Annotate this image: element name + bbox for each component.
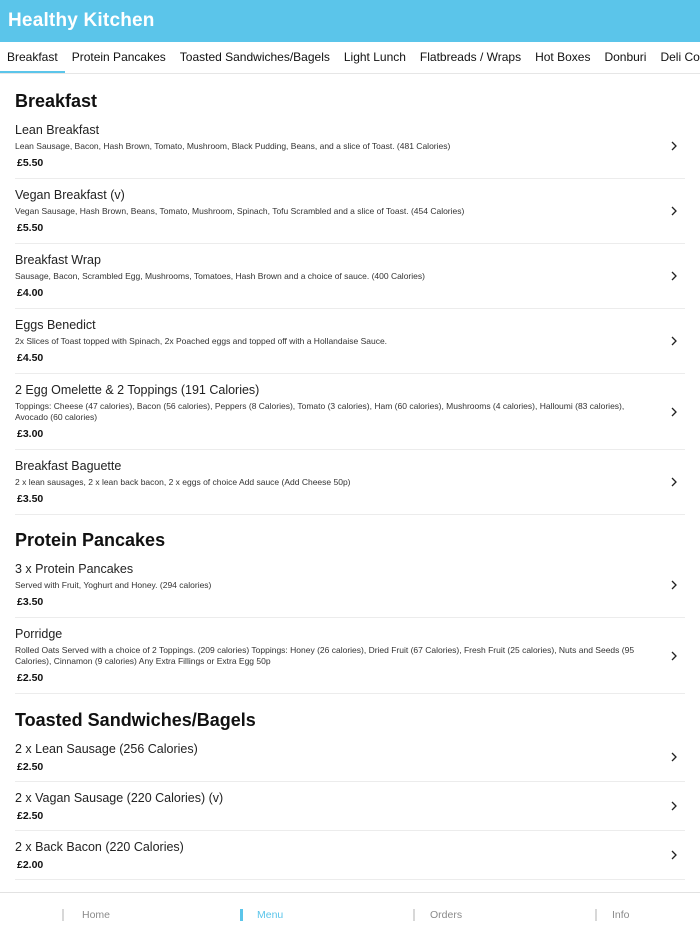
menu-item[interactable]: Porridge Rolled Oats Served with a choice… bbox=[15, 618, 685, 694]
menu-item-name: Breakfast Baguette bbox=[15, 459, 122, 473]
section-title: Toasted Sandwiches/Bagels bbox=[15, 710, 256, 730]
nav-label: Home bbox=[82, 909, 111, 921]
menu-item-price: £3.50 bbox=[17, 596, 44, 608]
menu-item[interactable]: Breakfast Wrap Sausage, Bacon, Scrambled … bbox=[15, 244, 685, 309]
chevron-right-icon bbox=[671, 850, 677, 860]
menu-section-toasted-sandwiches-bagels: Toasted Sandwiches/Bagels 2 x Lean Sausag… bbox=[0, 693, 700, 880]
menu-item-price: £2.50 bbox=[17, 672, 44, 684]
menu-item-name: 3 x Protein Pancakes bbox=[15, 562, 134, 576]
menu-icon bbox=[240, 909, 243, 921]
info-icon bbox=[595, 909, 597, 921]
tab-flatbreads-wraps[interactable]: Flatbreads / Wraps bbox=[413, 42, 528, 73]
nav-info[interactable]: Info bbox=[595, 893, 685, 934]
menu-section-protein-pancakes: Protein Pancakes 3 x Protein Pancakes Serv… bbox=[0, 513, 700, 694]
menu-item-name: 2 x Back Bacon (220 Calories) bbox=[15, 840, 184, 854]
menu-item-description: Lean Sausage, Bacon, Hash Brown, Tomato,… bbox=[15, 141, 451, 151]
chevron-right-icon bbox=[671, 141, 677, 151]
chevron-right-icon bbox=[671, 651, 677, 660]
tab-donburi[interactable]: Donburi bbox=[597, 42, 653, 73]
nav-label: Menu bbox=[257, 909, 284, 921]
tab-hot-boxes[interactable]: Hot Boxes bbox=[528, 42, 597, 73]
app-header: Healthy Kitchen bbox=[0, 0, 700, 42]
bottom-nav: Home Menu Orders Info bbox=[0, 892, 700, 934]
menu-item-description: 2x Slices of Toast topped with Spinach, … bbox=[15, 336, 388, 346]
menu-item-price: £5.50 bbox=[17, 222, 44, 234]
tab-protein-pancakes[interactable]: Protein Pancakes bbox=[65, 42, 173, 73]
menu-item-price: £2.00 bbox=[17, 859, 44, 871]
section-title: Breakfast bbox=[15, 91, 98, 111]
menu-section-breakfast: Breakfast Lean Breakfast Lean Sausage, Bac… bbox=[0, 74, 700, 515]
nav-home[interactable]: Home bbox=[62, 893, 152, 934]
menu-content: Breakfast Lean Breakfast Lean Sausage, Bac… bbox=[0, 74, 700, 892]
chevron-right-icon bbox=[671, 336, 677, 346]
menu-item-description: Rolled Oats Served with a choice of 2 To… bbox=[15, 645, 635, 666]
menu-item-name: 2 x Vagan Sausage (220 Calories) (v) bbox=[15, 791, 224, 805]
menu-item-price: £5.50 bbox=[17, 157, 44, 169]
menu-item-name: Breakfast Wrap bbox=[15, 253, 101, 267]
tab-toasted-sandwiches-bagels[interactable]: Toasted Sandwiches/Bagels bbox=[173, 42, 337, 73]
orders-icon bbox=[413, 909, 415, 921]
nav-label: Orders bbox=[430, 909, 463, 921]
menu-item[interactable]: 2 x Vagan Sausage (220 Calories) (v) £2.5… bbox=[15, 782, 685, 831]
tab-light-lunch[interactable]: Light Lunch bbox=[337, 42, 413, 73]
menu-item-name: Vegan Breakfast (v) bbox=[15, 188, 125, 202]
menu-item-price: £3.50 bbox=[17, 493, 44, 505]
menu-item[interactable]: Eggs Benedict 2x Slices of Toast topped w… bbox=[15, 309, 685, 374]
home-icon bbox=[62, 909, 64, 921]
nav-menu[interactable]: Menu bbox=[240, 893, 330, 934]
menu-item[interactable]: 2 Egg Omelette & 2 Toppings (191 Calorie… bbox=[15, 374, 685, 450]
tab-breakfast[interactable]: Breakfast bbox=[0, 42, 65, 73]
chevron-right-icon bbox=[671, 407, 677, 416]
menu-item-name: Eggs Benedict bbox=[15, 318, 96, 332]
menu-item-name: 2 x Lean Sausage (256 Calories) bbox=[15, 742, 198, 756]
menu-item[interactable]: 2 x Lean Sausage (256 Calories) £2.50 bbox=[15, 733, 685, 782]
nav-orders[interactable]: Orders bbox=[413, 893, 503, 934]
menu-item-name: Porridge bbox=[15, 627, 63, 641]
menu-item-price: £4.50 bbox=[17, 352, 44, 364]
menu-item-description: Toppings: Cheese (47 calories), Bacon (5… bbox=[15, 401, 625, 422]
chevron-right-icon bbox=[671, 580, 677, 590]
menu-item[interactable]: 3 x Protein Pancakes Served with Fruit, Y… bbox=[15, 553, 685, 618]
chevron-right-icon bbox=[671, 801, 677, 811]
menu-item-name: Lean Breakfast bbox=[15, 123, 100, 137]
menu-item[interactable]: 2 x Back Bacon (220 Calories) £2.00 bbox=[15, 831, 685, 880]
menu-item-price: £4.00 bbox=[17, 287, 44, 299]
menu-item-description: Vegan Sausage, Hash Brown, Beans, Tomato… bbox=[15, 206, 465, 216]
chevron-right-icon bbox=[671, 271, 677, 281]
menu-item-description: Sausage, Bacon, Scrambled Egg, Mushrooms… bbox=[15, 271, 425, 281]
menu-item-price: £3.00 bbox=[17, 428, 44, 440]
category-tabbar: Breakfast Protein Pancakes Toasted Sandwic… bbox=[0, 42, 700, 74]
nav-label: Info bbox=[612, 909, 630, 921]
menu-item[interactable]: Vegan Breakfast (v) Vegan Sausage, Hash B… bbox=[15, 179, 685, 244]
tab-deli-counter[interactable]: Deli Counter bbox=[653, 42, 700, 73]
menu-item-description: Served with Fruit, Yoghurt and Honey. (2… bbox=[15, 580, 212, 590]
menu-item[interactable]: Breakfast Baguette 2 x lean sausages, 2 x… bbox=[15, 450, 685, 515]
menu-item-price: £2.50 bbox=[17, 761, 44, 773]
app-title: Healthy Kitchen bbox=[8, 10, 155, 31]
chevron-right-icon bbox=[671, 477, 677, 487]
menu-item-name: 2 Egg Omelette & 2 Toppings (191 Calorie… bbox=[15, 383, 260, 397]
chevron-right-icon bbox=[671, 752, 677, 762]
menu-item-description: 2 x lean sausages, 2 x lean back bacon, … bbox=[15, 477, 351, 487]
menu-item-price: £2.50 bbox=[17, 810, 44, 822]
menu-item[interactable]: Lean Breakfast Lean Sausage, Bacon, Hash … bbox=[15, 114, 685, 179]
chevron-right-icon bbox=[671, 206, 677, 216]
section-title: Protein Pancakes bbox=[15, 530, 166, 550]
